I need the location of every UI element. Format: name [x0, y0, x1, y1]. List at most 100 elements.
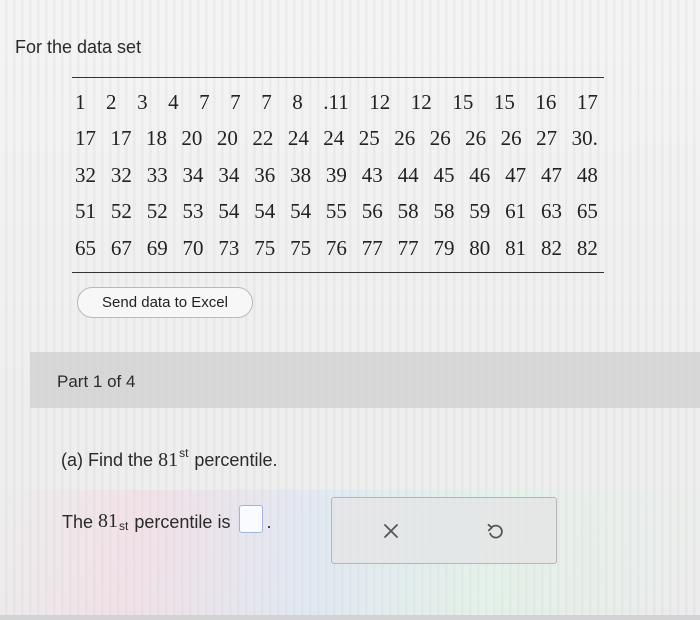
data-value: 54 — [254, 199, 276, 224]
undo-icon — [487, 523, 503, 539]
send-data-to-excel-button[interactable]: Send data to Excel — [77, 287, 253, 318]
data-value: 44 — [397, 162, 419, 187]
data-value: 55 — [325, 199, 347, 224]
data-row: 1 2 3 4 7 7 7 8.11 12 12 15 15 16 17 — [72, 84, 604, 121]
data-value: 58 — [397, 199, 419, 224]
data-value: 79 — [433, 235, 455, 260]
data-value: 77 — [361, 235, 383, 260]
data-value: 36 — [254, 162, 276, 187]
data-value: 32 — [110, 162, 132, 187]
data-value: 58 — [433, 199, 455, 224]
data-value: .11 — [323, 89, 349, 114]
data-value: 12 — [369, 89, 391, 114]
data-value: 63 — [540, 199, 562, 224]
data-value: 43 — [361, 162, 383, 187]
data-value: 20 — [216, 126, 238, 151]
data-value: 15 — [493, 89, 515, 114]
data-value: 82 — [576, 235, 598, 260]
data-row: 65 67 69 70 73 75 75 76 77 77 79 80 81 82 82 — [72, 230, 604, 267]
data-value: 48 — [576, 162, 598, 187]
data-value: 12 — [410, 89, 432, 114]
data-value: 53 — [182, 199, 204, 224]
data-value: 77 — [397, 235, 419, 260]
data-value: 33 — [146, 162, 168, 187]
data-value: 75 — [254, 235, 276, 260]
data-value: 39 — [325, 162, 347, 187]
page-title: For the data set — [15, 37, 142, 57]
question-text: (a) Find the 81st percentile. — [61, 446, 277, 472]
data-value: 65 — [75, 235, 96, 260]
data-value: 56 — [361, 199, 383, 224]
data-value: 61 — [505, 199, 527, 224]
data-value: 80 — [469, 235, 491, 260]
data-value: 24 — [323, 126, 345, 151]
data-value: 47 — [540, 162, 562, 187]
data-value: 1 — [75, 89, 86, 114]
answer-period: . — [266, 512, 272, 532]
answer-line: The 81st percentile is . — [62, 505, 271, 533]
data-value: 22 — [252, 126, 274, 151]
data-value: 15 — [452, 89, 474, 114]
question-number: 81 — [158, 449, 179, 471]
data-value: 34 — [182, 162, 204, 187]
data-value: 45 — [433, 162, 455, 187]
question-suffix: percentile. — [194, 450, 278, 470]
answer-superscript: st — [119, 519, 129, 533]
data-value: 38 — [290, 162, 312, 187]
data-value: 54 — [218, 199, 240, 224]
data-value: 2 — [106, 89, 117, 114]
data-row: 17 17 18 20 20 22 24 24 25 26 26 26 26 27 30. — [72, 121, 604, 158]
data-row: 32 32 33 34 34 36 38 39 43 44 45 46 47 47 48 — [72, 157, 604, 194]
answer-number: 81 — [98, 510, 119, 532]
data-value: 59 — [469, 199, 491, 224]
data-value: 16 — [535, 89, 557, 114]
answer-prefix: The — [62, 512, 94, 532]
data-value: 7 — [199, 89, 210, 114]
question-superscript: st — [179, 446, 189, 460]
data-value: 76 — [325, 235, 347, 260]
data-value: 7 — [261, 89, 272, 114]
answer-suffix: percentile is — [134, 512, 231, 532]
data-value: 27 — [536, 126, 558, 151]
part-label: Part 1 of 4 — [57, 372, 136, 391]
data-value: 70 — [182, 235, 204, 260]
data-value: 52 — [110, 199, 132, 224]
undo-button[interactable] — [481, 517, 509, 545]
data-value: 67 — [110, 235, 132, 260]
data-value: 69 — [146, 235, 168, 260]
data-value: 54 — [290, 199, 312, 224]
part-header-bar: Part 1 of 4 — [30, 352, 700, 408]
bottom-divider — [0, 615, 700, 620]
data-value: 3 — [137, 89, 148, 114]
data-value: 26 — [394, 126, 416, 151]
data-value: 30. — [571, 126, 598, 151]
data-value: 34 — [218, 162, 240, 187]
data-value: 4 — [168, 89, 179, 114]
data-value: 32 — [75, 162, 96, 187]
data-value: 17 — [576, 89, 598, 114]
data-value: 18 — [145, 126, 167, 151]
data-value: 51 — [75, 199, 96, 224]
data-value: 17 — [75, 126, 96, 151]
data-value: 52 — [146, 199, 168, 224]
data-value: 24 — [287, 126, 309, 151]
data-value: 8 — [292, 89, 303, 114]
data-row: 51 52 52 53 54 54 54 55 56 58 58 59 61 63 65 — [72, 194, 604, 231]
data-value: 17 — [110, 126, 132, 151]
data-value: 26 — [465, 126, 487, 151]
answer-input[interactable] — [239, 505, 264, 533]
data-value: 75 — [290, 235, 312, 260]
data-value: 73 — [218, 235, 240, 260]
data-value: 20 — [181, 126, 203, 151]
clear-button[interactable] — [377, 517, 405, 545]
question-prefix: (a) Find the — [61, 450, 154, 470]
data-value: 7 — [230, 89, 241, 114]
data-value: 26 — [429, 126, 451, 151]
data-value: 82 — [540, 235, 562, 260]
data-value: 25 — [358, 126, 380, 151]
data-value: 26 — [500, 126, 522, 151]
data-value: 46 — [469, 162, 491, 187]
close-icon — [384, 524, 398, 538]
answer-action-panel — [331, 497, 557, 564]
data-set-table: 1 2 3 4 7 7 7 8.11 12 12 15 15 16 17 17 17 18 20 20 22 24 24 2… — [72, 77, 604, 273]
